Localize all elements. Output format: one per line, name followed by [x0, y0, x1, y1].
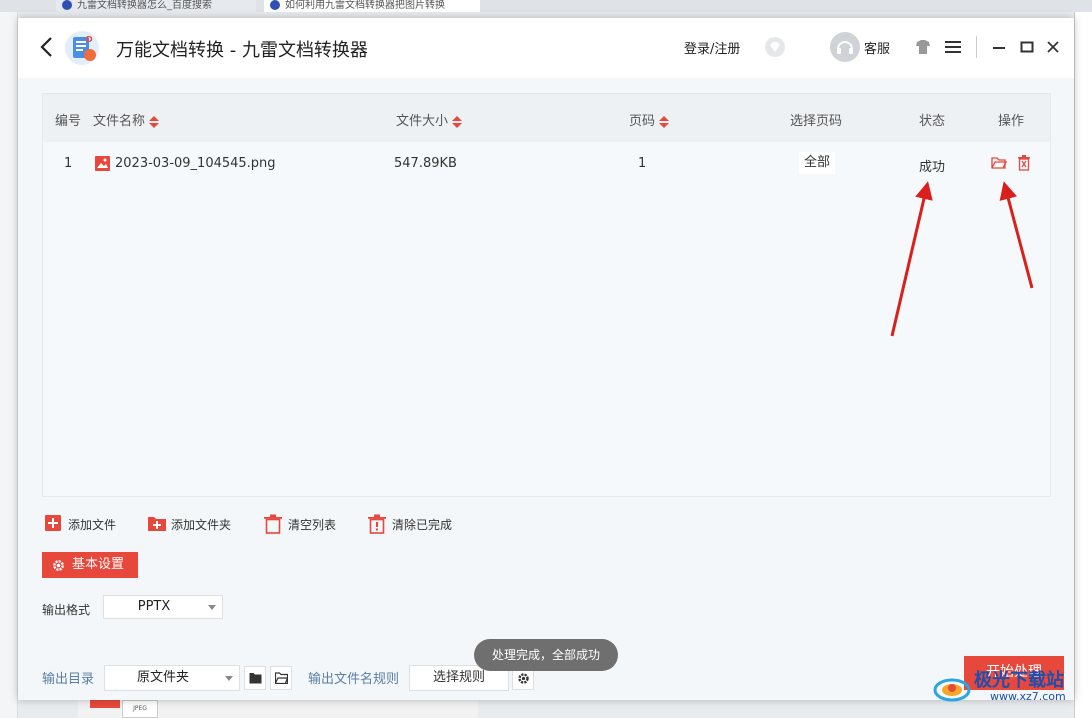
- add-folder-label: 添加文件夹: [171, 518, 232, 532]
- avatar[interactable]: [830, 32, 860, 62]
- open-folder-icon: [275, 672, 288, 684]
- clear-list-button[interactable]: 清空列表: [263, 514, 353, 534]
- background-page-left: [0, 12, 18, 718]
- row-index: 1: [64, 156, 73, 171]
- watermark-logo: 极光下载站 www.xz7.com: [930, 662, 1090, 718]
- file-table: 编号 文件名称 文件大小 页码 选择页码 状态 操作 1 2023-03-09_…: [42, 93, 1051, 497]
- output-dir-select[interactable]: 原文件夹: [104, 665, 240, 691]
- maximize-icon[interactable]: [1018, 38, 1036, 56]
- app-title: 万能文档转换 - 九雷文档转换器: [116, 40, 368, 61]
- browser-tab-label: 如何利用九雷文档转换器把图片转换: [285, 0, 445, 11]
- sort-icon[interactable]: [659, 115, 670, 129]
- chevron-down-icon: [208, 605, 216, 610]
- svg-text:D: D: [86, 35, 93, 44]
- gear-icon: [53, 560, 64, 571]
- background-chip: [90, 700, 120, 708]
- add-folder-icon: [148, 517, 166, 531]
- add-file-label: 添加文件: [68, 518, 117, 532]
- browser-tab-active[interactable]: 如何利用九雷文档转换器把图片转换: [264, 0, 480, 12]
- gear-icon: [518, 673, 529, 684]
- sort-icon[interactable]: [452, 115, 463, 129]
- close-icon[interactable]: [1044, 38, 1062, 56]
- clear-completed-label: 清除已完成: [392, 518, 453, 532]
- chevron-down-icon: [225, 676, 233, 681]
- divider: [976, 36, 977, 58]
- row-file-name: 2023-03-09_104545.png: [115, 156, 276, 171]
- table-header: 编号 文件名称 文件大小 页码 选择页码 状态 操作: [43, 94, 1050, 142]
- browser-tab-label: 九雷文档转换器怎么_百度搜索: [77, 0, 212, 11]
- browser-tab[interactable]: 九雷文档转换器怎么_百度搜索: [56, 0, 256, 12]
- header-pages[interactable]: 页码: [629, 110, 670, 129]
- add-file-button[interactable]: 添加文件: [44, 514, 124, 534]
- baidu-favicon-icon: [270, 0, 280, 10]
- output-dir-value: 原文件夹: [136, 670, 189, 685]
- table-row[interactable]: 1 2023-03-09_104545.png 547.89KB 1 全部 成功: [43, 142, 1050, 186]
- header-name[interactable]: 文件名称: [93, 110, 160, 129]
- open-output-folder-button[interactable]: [270, 666, 292, 690]
- back-arrow-icon[interactable]: [36, 36, 58, 58]
- headset-icon: [837, 41, 853, 54]
- sort-icon[interactable]: [149, 115, 160, 129]
- output-format-value: PPTX: [137, 599, 171, 614]
- folder-icon: [249, 673, 262, 684]
- output-dir-label: 输出目录: [42, 672, 95, 687]
- basic-settings-button[interactable]: 基本设置: [42, 552, 138, 578]
- background-page-bottom: JPEG: [78, 700, 478, 718]
- title-bar: D 万能文档转换 - 九雷文档转换器 登录/注册 客服: [18, 18, 1074, 78]
- status-badge: 成功: [919, 160, 946, 175]
- add-folder-button[interactable]: 添加文件夹: [147, 514, 247, 534]
- header-pages-label: 页码: [629, 114, 656, 129]
- menu-icon[interactable]: [944, 38, 962, 56]
- browse-folder-button[interactable]: [244, 666, 266, 690]
- vip-diamond-icon[interactable]: [764, 36, 786, 58]
- header-status: 状态: [919, 114, 946, 129]
- header-size-label: 文件大小: [396, 114, 449, 129]
- header-size[interactable]: 文件大小: [396, 110, 463, 129]
- output-format-label: 输出格式: [42, 603, 91, 617]
- app-logo-icon: D: [65, 31, 99, 65]
- header-ops: 操作: [998, 114, 1025, 129]
- clear-completed-button[interactable]: 清除已完成: [367, 514, 467, 534]
- minimize-icon[interactable]: [990, 38, 1008, 56]
- filename-rule-label: 输出文件名规则: [308, 672, 400, 687]
- row-pages: 1: [638, 156, 647, 171]
- open-folder-icon[interactable]: [991, 156, 1007, 170]
- clear-list-label: 清空列表: [288, 518, 337, 532]
- clear-completed-icon: [368, 514, 386, 534]
- add-file-icon: [45, 515, 61, 531]
- page-range-select[interactable]: 全部: [799, 152, 835, 174]
- aurora-logo-icon: [933, 678, 971, 702]
- row-file-size: 547.89KB: [394, 156, 457, 171]
- watermark-url: www.xz7.com: [990, 690, 1066, 703]
- header-select-pages: 选择页码: [790, 114, 843, 129]
- image-file-icon: [95, 156, 110, 171]
- output-format-select[interactable]: PPTX: [103, 595, 223, 619]
- login-register-link[interactable]: 登录/注册: [684, 38, 740, 57]
- header-name-label: 文件名称: [93, 114, 146, 129]
- customer-service-label[interactable]: 客服: [864, 38, 890, 57]
- watermark-text: 极光下载站: [974, 670, 1064, 691]
- background-jpeg-thumb: JPEG: [122, 700, 158, 718]
- app-window: D 万能文档转换 - 九雷文档转换器 登录/注册 客服 编号 文件名称 文件大小…: [18, 18, 1074, 700]
- baidu-favicon-icon: [62, 0, 72, 10]
- completion-toast: 处理完成，全部成功: [474, 639, 618, 671]
- basic-settings-label: 基本设置: [72, 557, 125, 572]
- trash-icon[interactable]: [1017, 155, 1031, 171]
- tshirt-skin-icon[interactable]: [914, 38, 932, 56]
- trash-icon: [264, 514, 282, 534]
- browser-tab-bar: 九雷文档转换器怎么_百度搜索 如何利用九雷文档转换器把图片转换: [0, 0, 1092, 12]
- background-page-right: [1074, 12, 1092, 718]
- header-index: 编号: [55, 114, 82, 129]
